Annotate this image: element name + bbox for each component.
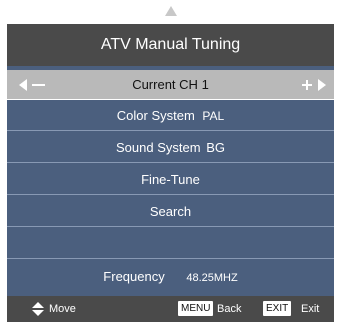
exit-hint-label: Exit (301, 303, 320, 315)
move-hint-label: Move (49, 303, 76, 315)
back-hint-label: Back (217, 303, 242, 315)
current-channel-label: Current CH (132, 77, 198, 92)
current-channel-value: 1 (201, 77, 209, 92)
up-down-arrows-icon (32, 302, 44, 316)
frequency-row: Frequency 48.25MHZ (7, 262, 334, 292)
sound-system-row[interactable]: Sound System BG (7, 133, 334, 163)
exit-key-badge: EXIT (263, 301, 292, 316)
decrease-channel-icon[interactable] (19, 79, 47, 91)
empty-row (7, 229, 334, 259)
current-channel-row[interactable]: Current CH 1 (7, 70, 334, 100)
frequency-label: Frequency (103, 269, 165, 284)
color-system-label: Color System (116, 108, 195, 123)
footer-hints: Move MENU Back EXIT Exit (7, 296, 334, 322)
frequency-value: 48.25MHZ (186, 272, 238, 284)
increase-channel-icon[interactable] (300, 78, 326, 92)
menu-key-badge: MENU (178, 301, 214, 316)
color-system-value: PAL (202, 109, 225, 123)
sound-system-value: BG (206, 140, 225, 155)
scroll-up-icon[interactable] (165, 6, 177, 16)
search-row[interactable]: Search (7, 197, 334, 227)
search-label: Search (149, 204, 192, 219)
fine-tune-row[interactable]: Fine-Tune (7, 165, 334, 195)
fine-tune-label: Fine-Tune (141, 172, 200, 187)
color-system-row[interactable]: Color System PAL (7, 101, 334, 131)
tv-osd-screen: ATV Manual Tuning Current CH 1 Color Sys… (0, 0, 341, 323)
sound-system-label: Sound System (116, 140, 201, 155)
atv-manual-tuning-menu: ATV Manual Tuning Current CH 1 Color Sys… (7, 24, 334, 322)
menu-title: ATV Manual Tuning (7, 24, 334, 66)
